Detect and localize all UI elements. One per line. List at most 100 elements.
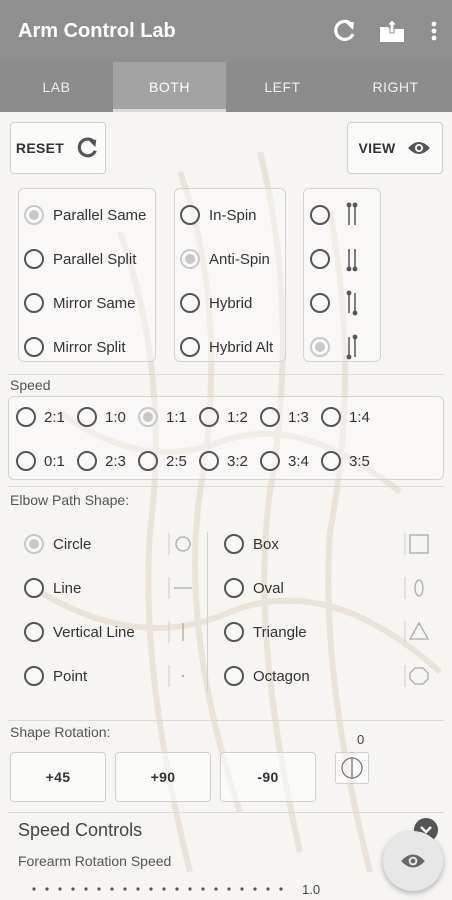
radio-button[interactable] bbox=[180, 293, 200, 313]
octagon-shape-icon bbox=[404, 663, 430, 689]
more-vert-icon[interactable] bbox=[422, 13, 446, 49]
tab-right[interactable]: RIGHT bbox=[339, 62, 452, 112]
rotation-indicator-icon bbox=[335, 752, 369, 784]
direction-option-4[interactable] bbox=[310, 333, 360, 361]
shape-option-point[interactable]: Point bbox=[24, 662, 87, 690]
radio-button[interactable] bbox=[24, 249, 44, 269]
view-button[interactable]: VIEW bbox=[347, 122, 443, 174]
tab-left[interactable]: LEFT bbox=[226, 62, 339, 112]
both-up-icon bbox=[346, 202, 358, 225]
radio-button[interactable] bbox=[24, 205, 44, 225]
radio-button[interactable] bbox=[260, 451, 280, 471]
divider bbox=[8, 812, 444, 813]
mode-option-mirror-split[interactable]: Mirror Split bbox=[24, 333, 126, 361]
radio-button[interactable] bbox=[310, 205, 330, 225]
rotate-plus-90-button[interactable]: +90 bbox=[115, 752, 211, 802]
spin-option-anti-spin[interactable]: Anti-Spin bbox=[180, 245, 270, 273]
shape-option-circle[interactable]: Circle bbox=[24, 530, 91, 558]
shape-option-vertical-line[interactable]: Vertical Line bbox=[24, 618, 135, 646]
speed-option[interactable]: 1:0 bbox=[77, 403, 126, 431]
speed-option[interactable]: 3:5 bbox=[321, 447, 370, 475]
speed-option[interactable]: 1:3 bbox=[260, 403, 309, 431]
share-export-icon[interactable] bbox=[374, 13, 410, 49]
speed-option[interactable]: 3:4 bbox=[260, 447, 309, 475]
radio-button[interactable] bbox=[138, 451, 158, 471]
both-down-icon bbox=[346, 249, 358, 272]
radio-button[interactable] bbox=[77, 407, 97, 427]
radio-button[interactable] bbox=[138, 407, 158, 427]
speed-option[interactable]: 0:1 bbox=[16, 447, 65, 475]
forearm-speed-value: 1.0 bbox=[302, 882, 321, 897]
mode-option-mirror-same[interactable]: Mirror Same bbox=[24, 289, 136, 317]
speed-option[interactable]: 1:2 bbox=[199, 403, 248, 431]
reset-button[interactable]: RESET bbox=[10, 122, 106, 174]
radio-button[interactable] bbox=[24, 666, 44, 686]
radio-button[interactable] bbox=[321, 451, 341, 471]
direction-option-1[interactable] bbox=[310, 201, 360, 229]
spin-option-hybrid-alt[interactable]: Hybrid Alt bbox=[180, 333, 273, 361]
radio-button[interactable] bbox=[224, 666, 244, 686]
shape-option-box[interactable]: Box bbox=[224, 530, 279, 558]
reset-label: RESET bbox=[15, 140, 65, 156]
spin-option-hybrid[interactable]: Hybrid bbox=[180, 289, 252, 317]
refresh-icon[interactable] bbox=[326, 13, 362, 49]
triangle-shape-icon bbox=[404, 619, 430, 645]
spin-option-in-spin[interactable]: In-Spin bbox=[180, 201, 257, 229]
radio-button[interactable] bbox=[24, 578, 44, 598]
radio-button[interactable] bbox=[199, 451, 219, 471]
forearm-speed-slider[interactable] bbox=[26, 884, 286, 894]
shape-column-divider bbox=[207, 532, 208, 692]
radio-button[interactable] bbox=[321, 407, 341, 427]
rotate-minus-90-button[interactable]: -90 bbox=[220, 752, 316, 802]
radio-button[interactable] bbox=[180, 249, 200, 269]
mode-option-parallel-same[interactable]: Parallel Same bbox=[24, 201, 146, 229]
circle-shape-icon bbox=[168, 531, 194, 557]
speed-label: Speed bbox=[10, 377, 51, 393]
shape-option-line[interactable]: Line bbox=[24, 574, 81, 602]
elbow-path-label: Elbow Path Shape: bbox=[10, 492, 130, 508]
mode-option-parallel-split[interactable]: Parallel Split bbox=[24, 245, 136, 273]
radio-button[interactable] bbox=[16, 407, 36, 427]
radio-button[interactable] bbox=[224, 622, 244, 642]
direction-option-3[interactable] bbox=[310, 289, 360, 317]
radio-button[interactable] bbox=[310, 337, 330, 357]
divider bbox=[8, 720, 444, 721]
shape-rotation-label: Shape Rotation: bbox=[10, 724, 111, 740]
radio-button[interactable] bbox=[224, 534, 244, 554]
view-fab[interactable] bbox=[383, 831, 443, 891]
radio-button[interactable] bbox=[180, 205, 200, 225]
radio-button[interactable] bbox=[199, 407, 219, 427]
shape-option-oval[interactable]: Oval bbox=[224, 574, 284, 602]
radio-button[interactable] bbox=[224, 578, 244, 598]
radio-button[interactable] bbox=[77, 451, 97, 471]
speed-controls-title: Speed Controls bbox=[18, 820, 143, 840]
tab-both[interactable]: BOTH bbox=[113, 62, 226, 112]
forearm-speed-label: Forearm Rotation Speed bbox=[18, 853, 172, 869]
radio-button[interactable] bbox=[24, 622, 44, 642]
radio-button[interactable] bbox=[180, 337, 200, 357]
app-bar: Arm Control Lab bbox=[0, 0, 452, 62]
shape-option-triangle[interactable]: Triangle bbox=[224, 618, 307, 646]
speed-option[interactable]: 1:1 bbox=[138, 403, 187, 431]
speed-option[interactable]: 3:2 bbox=[199, 447, 248, 475]
radio-button[interactable] bbox=[24, 337, 44, 357]
divider bbox=[8, 486, 444, 487]
radio-button[interactable] bbox=[260, 407, 280, 427]
radio-button[interactable] bbox=[24, 534, 44, 554]
radio-button[interactable] bbox=[310, 249, 330, 269]
speed-option[interactable]: 1:4 bbox=[321, 403, 370, 431]
speed-option[interactable]: 2:3 bbox=[77, 447, 126, 475]
eye-icon bbox=[408, 142, 431, 154]
line-shape-icon bbox=[168, 575, 194, 601]
direction-option-2[interactable] bbox=[310, 245, 360, 273]
radio-button[interactable] bbox=[310, 293, 330, 313]
radio-button[interactable] bbox=[24, 293, 44, 313]
speed-option[interactable]: 2:5 bbox=[138, 447, 187, 475]
radio-button[interactable] bbox=[16, 451, 36, 471]
shape-option-octagon[interactable]: Octagon bbox=[224, 662, 310, 690]
tab-lab[interactable]: LAB bbox=[0, 62, 113, 112]
rotate-plus-45-button[interactable]: +45 bbox=[10, 752, 106, 802]
speed-option[interactable]: 2:1 bbox=[16, 403, 65, 431]
oval-shape-icon bbox=[404, 575, 430, 601]
divider bbox=[8, 374, 444, 375]
